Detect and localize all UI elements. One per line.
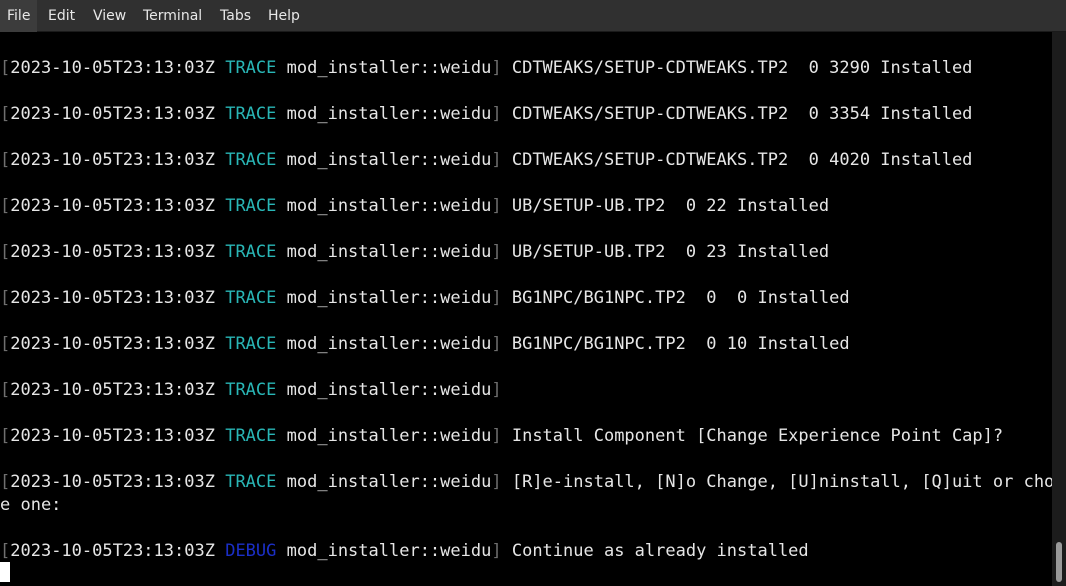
log-line-wrap: e one: — [0, 495, 62, 515]
log-line: [2023-10-05T23:13:03Z TRACE mod_installe… — [0, 58, 973, 78]
log-line: [2023-10-05T23:13:03Z TRACE mod_installe… — [0, 334, 850, 354]
scrollbar-thumb[interactable] — [1056, 542, 1062, 582]
terminal-cursor — [0, 562, 10, 582]
menu-bar: File Edit View Terminal Tabs Help — [0, 0, 1066, 32]
log-line: [2023-10-05T23:13:03Z TRACE mod_installe… — [0, 472, 1052, 492]
log-line: [2023-10-05T23:13:03Z TRACE mod_installe… — [0, 196, 830, 216]
log-line: [2023-10-05T23:13:03Z TRACE mod_installe… — [0, 150, 973, 170]
menu-tabs[interactable]: Tabs — [213, 0, 258, 32]
vertical-scrollbar[interactable] — [1052, 32, 1066, 586]
log-line: [2023-10-05T23:13:03Z TRACE mod_installe… — [0, 426, 1004, 446]
menu-help[interactable]: Help — [261, 0, 307, 32]
log-line: [2023-10-05T23:13:03Z DEBUG mod_installe… — [0, 541, 809, 561]
log-line: [2023-10-05T23:13:03Z TRACE mod_installe… — [0, 380, 502, 400]
log-line: [2023-10-05T23:13:03Z TRACE mod_installe… — [0, 288, 850, 308]
menu-file[interactable]: File — [0, 0, 38, 32]
terminal-output[interactable]: [2023-10-05T23:13:03Z TRACE mod_installe… — [0, 32, 1052, 586]
menu-terminal[interactable]: Terminal — [136, 0, 209, 32]
menu-edit[interactable]: Edit — [41, 0, 82, 32]
log-line: [2023-10-05T23:13:03Z TRACE mod_installe… — [0, 242, 830, 262]
log-line: [2023-10-05T23:13:03Z TRACE mod_installe… — [0, 104, 973, 124]
menu-view[interactable]: View — [86, 0, 133, 32]
